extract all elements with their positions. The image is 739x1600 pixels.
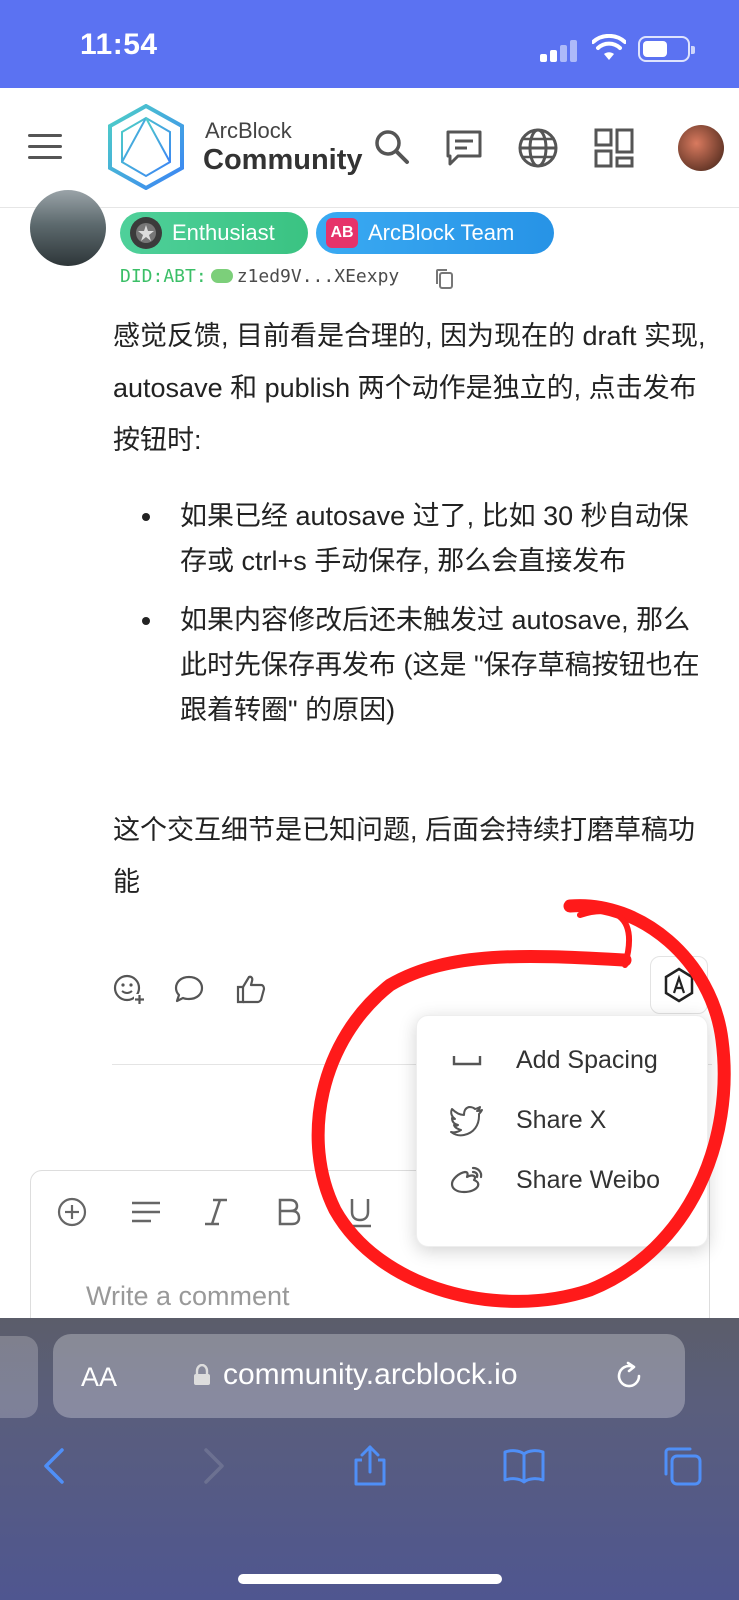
- reader-settings-button[interactable]: AA: [81, 1362, 117, 1393]
- menu-item-label: Share X: [516, 1105, 607, 1134]
- forward-icon[interactable]: [190, 1444, 234, 1488]
- bookmarks-icon[interactable]: [502, 1444, 546, 1488]
- enthusiast-badge-label: Enthusiast: [172, 220, 275, 245]
- ai-actions-menu: Add Spacing Share X Share Weibo: [416, 1015, 708, 1247]
- ai-hexagon-icon: [664, 967, 694, 1003]
- underline-icon[interactable]: [343, 1195, 377, 1229]
- arcblock-team-badge-label: ArcBlock Team: [368, 220, 515, 245]
- paragraph-format-icon[interactable]: [129, 1195, 163, 1229]
- browser-toolbar: AA community.arcblock.io: [0, 1318, 739, 1600]
- cellular-signal-icon: [540, 38, 580, 62]
- insert-block-icon[interactable]: [55, 1195, 89, 1229]
- battery-icon: [638, 36, 695, 62]
- post-paragraph-2: 这个交互细节是已知问题, 后面会持续打磨草稿功能: [113, 815, 696, 897]
- enthusiast-badge: Enthusiast: [120, 212, 308, 254]
- logo-text-arcblock: ArcBlock: [205, 118, 292, 143]
- twitter-icon: [450, 1106, 483, 1137]
- spacing-icon: [452, 1056, 482, 1066]
- home-indicator: [238, 1574, 502, 1584]
- lock-icon: [194, 1364, 210, 1385]
- status-bar: 11:54: [0, 0, 739, 88]
- add-reaction-icon[interactable]: [112, 972, 146, 1006]
- did-avatar-icon: [210, 269, 233, 283]
- copy-icon[interactable]: [434, 268, 454, 290]
- site-header: ArcBlock Community: [0, 88, 739, 208]
- aa-label: AA: [81, 1362, 118, 1392]
- post-author-avatar[interactable]: [30, 190, 106, 266]
- back-icon[interactable]: [34, 1444, 78, 1488]
- did-address: DID:ABT: z1ed9V...XEexpy: [120, 266, 399, 287]
- address-bar[interactable]: AA community.arcblock.io: [53, 1334, 685, 1418]
- post-bullet-list: 如果已经 autosave 过了, 比如 30 秒自动保存或 ctrl+s 手动…: [140, 494, 710, 747]
- reload-icon[interactable]: [613, 1360, 645, 1392]
- bold-icon[interactable]: [271, 1195, 305, 1229]
- comment-icon[interactable]: [172, 972, 206, 1006]
- chat-icon[interactable]: [442, 126, 486, 170]
- menu-item-share-weibo[interactable]: Share Weibo: [417, 1150, 709, 1210]
- did-prefix: DID:ABT:: [120, 266, 207, 287]
- arcblock-team-badge-icon: AB: [326, 218, 358, 248]
- url-text: community.arcblock.io: [223, 1358, 518, 1391]
- ai-actions-button[interactable]: [650, 956, 708, 1014]
- tabs-icon[interactable]: [660, 1444, 704, 1488]
- user-avatar[interactable]: [678, 125, 724, 171]
- previous-tab-preview[interactable]: [0, 1336, 38, 1418]
- status-time: 11:54: [80, 28, 158, 61]
- enthusiast-badge-icon: [130, 217, 162, 249]
- weibo-icon: [450, 1166, 483, 1194]
- menu-item-label: Add Spacing: [516, 1045, 658, 1074]
- search-icon[interactable]: [370, 126, 414, 170]
- post-bullet-item: 如果已经 autosave 过了, 比如 30 秒自动保存或 ctrl+s 手动…: [140, 494, 710, 584]
- arcblock-logo-icon[interactable]: [108, 104, 184, 190]
- wifi-icon: [592, 34, 626, 60]
- comment-placeholder: Write a comment: [86, 1281, 290, 1311]
- arcblock-team-badge: AB ArcBlock Team: [316, 212, 554, 254]
- menu-icon[interactable]: [28, 134, 64, 162]
- did-value: z1ed9V...XEexpy: [236, 266, 400, 287]
- menu-item-share-x[interactable]: Share X: [417, 1090, 709, 1150]
- like-icon[interactable]: [234, 972, 268, 1006]
- logo-text-community: Community: [203, 144, 363, 176]
- screen: 11:54 ArcBlock Community Enthusiast AB A…: [0, 0, 739, 1600]
- menu-item-add-spacing[interactable]: Add Spacing: [417, 1030, 709, 1090]
- globe-icon[interactable]: [516, 126, 560, 170]
- apps-grid-icon[interactable]: [592, 126, 636, 170]
- share-icon[interactable]: [348, 1444, 392, 1488]
- post-bullet-item: 如果内容修改后还未触发过 autosave, 那么此时先保存再发布 (这是 "保…: [140, 598, 710, 733]
- menu-item-label: Share Weibo: [516, 1165, 661, 1194]
- post-paragraph-1: 感觉反馈, 目前看是合理的, 因为现在的 draft 实现, autosave …: [113, 321, 706, 455]
- italic-icon[interactable]: [199, 1195, 233, 1229]
